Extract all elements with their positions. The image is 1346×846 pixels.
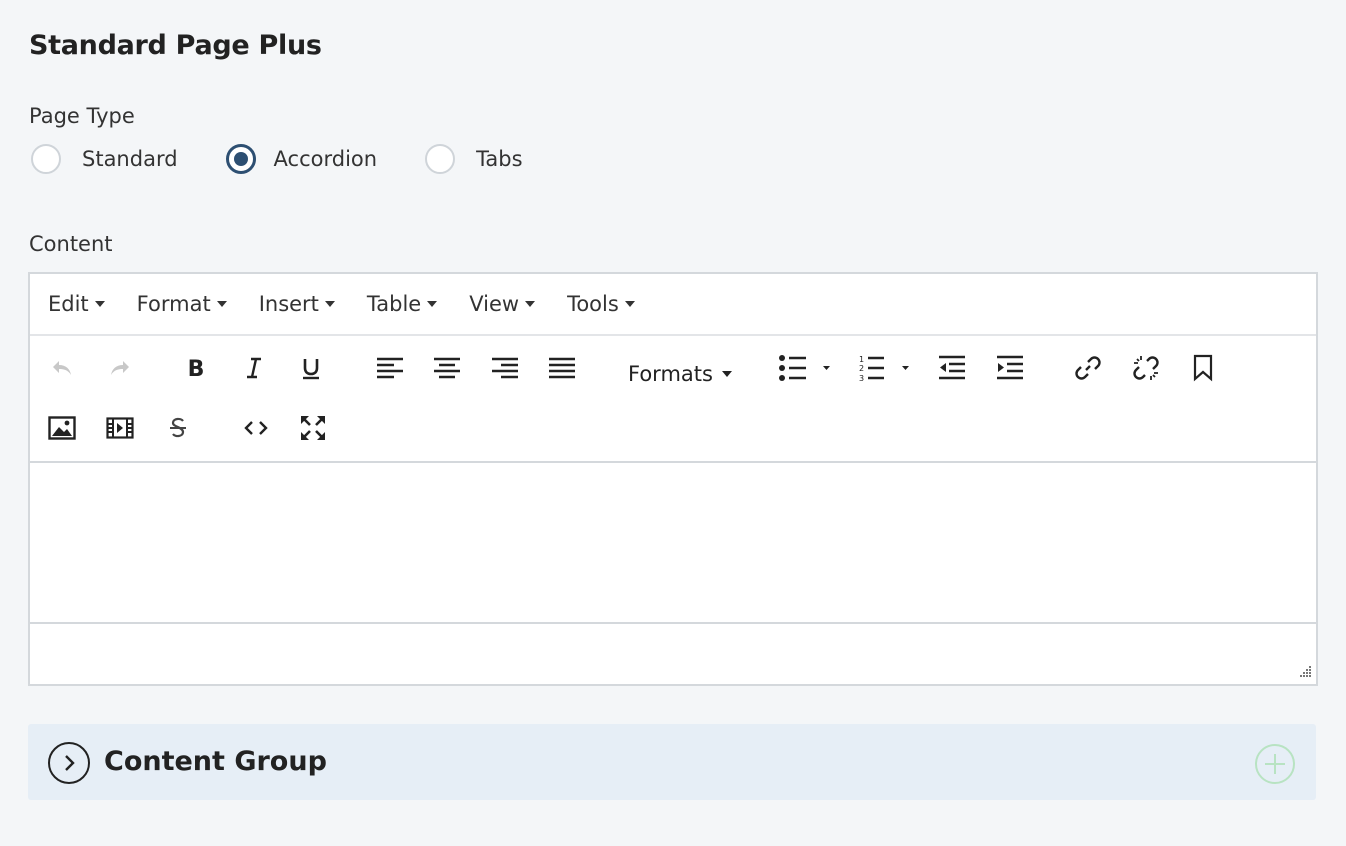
unlink-icon[interactable] [1124,346,1168,390]
menu-format-label: Format [136,292,211,316]
content-group-panel: Content Group [28,724,1316,800]
image-icon[interactable] [40,406,84,450]
fullscreen-icon[interactable] [291,406,335,450]
radio-standard[interactable]: Standard [31,144,178,174]
media-icon[interactable] [98,406,142,450]
svg-text:B: B [188,357,205,380]
numbered-list-icon[interactable]: 123 [854,346,926,390]
svg-text:3: 3 [859,374,864,382]
radio-standard-circle[interactable] [31,144,61,174]
radio-standard-label[interactable]: Standard [82,147,178,171]
align-justify-icon[interactable] [540,346,584,390]
chevron-down-icon [324,301,335,307]
formats-label: Formats [628,362,713,386]
menu-insert-label: Insert [258,292,319,316]
strikethrough-icon[interactable] [156,406,200,450]
menu-edit-label: Edit [48,292,89,316]
link-icon[interactable] [1066,346,1110,390]
chevron-down-icon [525,301,536,307]
expand-toggle-button[interactable] [48,742,90,784]
menu-table-label: Table [366,292,422,316]
resize-handle-icon[interactable] [1298,664,1312,678]
radio-tabs-label[interactable]: Tabs [476,147,523,171]
bookmark-icon[interactable] [1181,346,1225,390]
menu-view[interactable]: View [469,292,536,316]
radio-tabs[interactable]: Tabs [425,144,523,174]
editor-toolbar: B Formats 123 [30,336,1316,463]
rich-text-editor: Edit Format Insert Table View Tools B Fo… [28,272,1318,686]
chevron-down-icon [216,301,227,307]
svg-text:1: 1 [859,355,864,364]
menu-tools[interactable]: Tools [567,292,635,316]
formats-dropdown[interactable]: Formats [628,352,732,396]
menu-insert[interactable]: Insert [259,292,335,316]
align-right-icon[interactable] [483,346,527,390]
add-content-group-button[interactable] [1255,744,1295,784]
menu-format[interactable]: Format [137,292,227,316]
italic-icon[interactable] [232,346,276,390]
menu-tools-label: Tools [567,292,619,316]
chevron-down-icon [624,301,635,307]
chevron-down-icon [94,301,105,307]
editor-menubar: Edit Format Insert Table View Tools [30,274,1316,336]
page-type-radio-group: Standard Accordion Tabs [31,144,523,174]
indent-icon[interactable] [988,346,1032,390]
editor-content-area[interactable] [30,463,1316,624]
menu-view-label: View [469,292,520,316]
radio-accordion-label[interactable]: Accordion [274,147,378,171]
underline-icon[interactable] [289,346,333,390]
radio-accordion[interactable]: Accordion [225,144,378,174]
radio-tabs-circle[interactable] [425,144,456,174]
redo-icon[interactable] [98,346,142,390]
menu-edit[interactable]: Edit [48,292,105,316]
undo-icon[interactable] [40,346,84,390]
page-type-label: Page Type [29,104,135,128]
outdent-icon[interactable] [930,346,974,390]
bullet-list-icon[interactable] [774,346,846,390]
svg-text:2: 2 [859,364,864,373]
editor-statusbar [30,624,1316,684]
chevron-right-icon [65,755,75,771]
radio-accordion-circle[interactable] [225,144,256,174]
menu-table[interactable]: Table [366,292,438,316]
chevron-down-icon [427,301,438,307]
align-left-icon[interactable] [368,346,412,390]
code-icon[interactable] [234,406,278,450]
page-title: Standard Page Plus [29,30,322,61]
chevron-down-icon [721,371,732,377]
align-center-icon[interactable] [425,346,469,390]
content-label: Content [29,232,113,256]
bold-icon[interactable]: B [174,346,218,390]
plus-icon [1265,754,1285,774]
content-group-title: Content Group [104,746,327,777]
